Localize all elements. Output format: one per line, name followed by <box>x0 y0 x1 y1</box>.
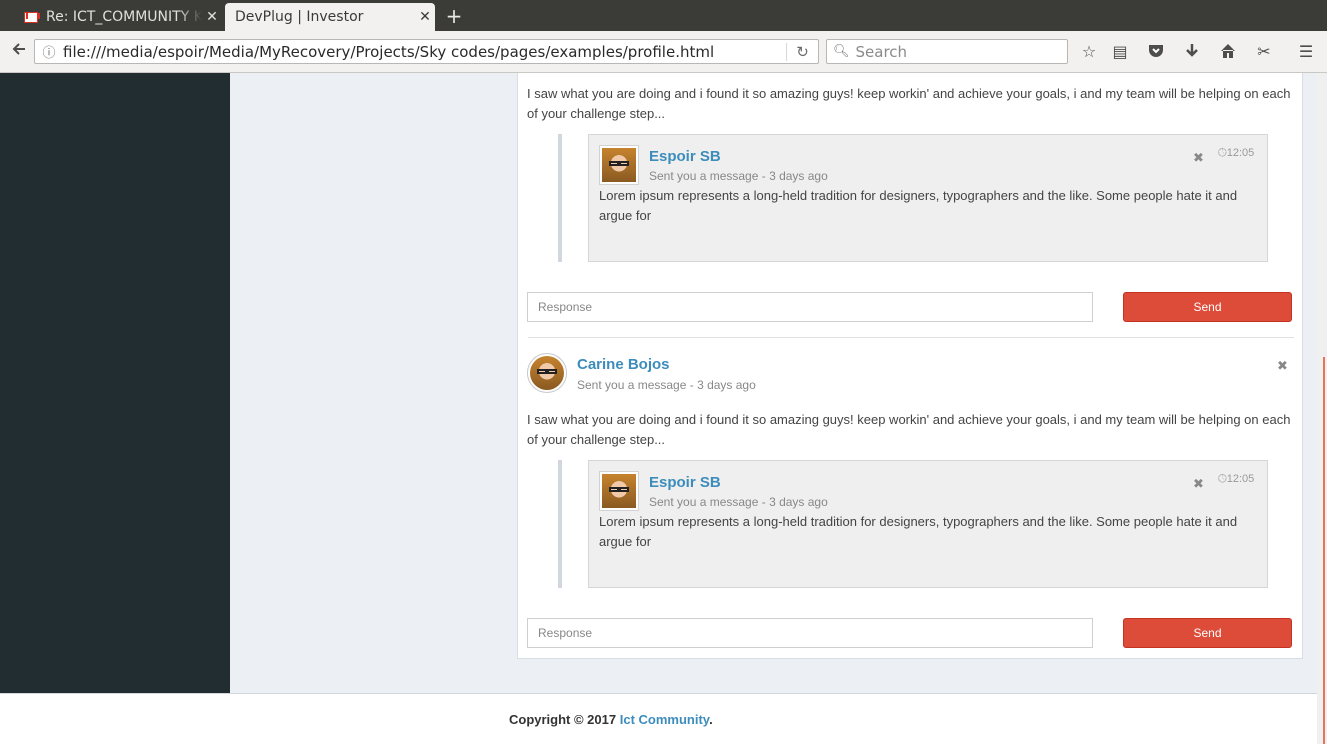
new-tab-button[interactable]: + <box>444 3 464 29</box>
response-placeholder: Response <box>538 300 593 314</box>
menu-icon[interactable]: ☰ <box>1296 42 1316 62</box>
tab-gmail[interactable]: Re: ICT_COMMUNITY K ✕ <box>14 3 222 31</box>
close-icon[interactable]: ✖ <box>1193 151 1204 166</box>
bookmark-star-icon[interactable]: ☆ <box>1079 42 1099 62</box>
avatar <box>599 471 639 511</box>
messages-box: I saw what you are doing and i found it … <box>517 73 1303 659</box>
back-arrow-icon <box>12 43 25 55</box>
reply-time-text: 12:05 <box>1226 147 1255 159</box>
reply-quote-bar <box>558 134 562 262</box>
download-icon[interactable] <box>1182 42 1202 62</box>
close-tab-icon[interactable]: ✕ <box>202 9 222 25</box>
message-text: I saw what you are doing and i found it … <box>527 412 1291 447</box>
reply-time-text: 12:05 <box>1226 473 1255 485</box>
reply-text: Lorem ipsum represents a long-held tradi… <box>599 188 1238 223</box>
tab-devplug[interactable]: DevPlug | Investor ✕ <box>225 3 435 31</box>
reply-meta: Sent you a message - 3 days ago <box>649 169 828 183</box>
scrollbar[interactable] <box>1317 73 1327 744</box>
reply-author[interactable]: Espoir SB <box>649 474 721 491</box>
reply-time: 🕓︎12:05 <box>1218 147 1254 160</box>
search-icon: 🔍︎ <box>833 44 850 59</box>
info-icon[interactable]: ⓘ <box>35 42 63 61</box>
response-input[interactable]: Response <box>527 292 1093 322</box>
divider <box>528 337 1294 338</box>
reload-icon[interactable]: ↻ <box>786 42 818 61</box>
message-text: I saw what you are doing and i found it … <box>527 86 1291 121</box>
search-input[interactable]: 🔍︎ Search <box>826 39 1068 64</box>
url-bar[interactable]: ⓘ file:///media/espoir/Media/MyRecovery/… <box>34 39 819 64</box>
message-meta: Sent you a message - 3 days ago <box>577 378 756 392</box>
search-placeholder: Search <box>855 42 908 61</box>
screenshot-icon[interactable]: ✂ <box>1254 42 1274 62</box>
browser-tab-bar: Re: ICT_COMMUNITY K ✕ DevPlug | Investor… <box>0 0 1327 31</box>
reply-text: Lorem ipsum represents a long-held tradi… <box>599 514 1238 549</box>
home-icon[interactable] <box>1218 42 1238 62</box>
reply-meta: Sent you a message - 3 days ago <box>649 495 828 509</box>
send-button[interactable]: Send <box>1123 292 1292 322</box>
tab-title: Re: ICT_COMMUNITY K <box>46 9 202 25</box>
tab-title: DevPlug | Investor <box>235 9 364 25</box>
footer: Copyright © 2017 Ict Community. <box>0 693 1317 744</box>
reading-list-icon[interactable]: ▤ <box>1110 42 1130 62</box>
response-placeholder: Response <box>538 626 593 640</box>
footer-period: . <box>709 712 713 727</box>
clock-icon: 🕓︎ <box>1218 147 1227 159</box>
response-input[interactable]: Response <box>527 618 1093 648</box>
send-button[interactable]: Send <box>1123 618 1292 648</box>
clock-icon: 🕓︎ <box>1218 473 1227 485</box>
scrollbar-thumb[interactable] <box>1323 357 1325 744</box>
close-tab-icon[interactable]: ✕ <box>415 9 435 25</box>
gmail-icon <box>24 11 38 23</box>
reply-card: Espoir SB Sent you a message - 3 days ag… <box>588 460 1268 588</box>
pocket-icon[interactable] <box>1146 42 1166 62</box>
message-author[interactable]: Carine Bojos <box>577 356 670 373</box>
sidebar <box>0 73 230 693</box>
content-area: I saw what you are doing and i found it … <box>230 73 1317 693</box>
copyright-label: Copyright © 2017 <box>509 712 617 727</box>
copyright-text: Copyright © 2017 Ict Community. <box>509 712 713 727</box>
close-icon[interactable]: ✖ <box>1193 477 1204 492</box>
reply-author[interactable]: Espoir SB <box>649 148 721 165</box>
footer-link[interactable]: Ict Community <box>620 712 709 727</box>
avatar <box>527 353 567 393</box>
url-text: file:///media/espoir/Media/MyRecovery/Pr… <box>63 42 715 61</box>
browser-navbar: ⓘ file:///media/espoir/Media/MyRecovery/… <box>0 31 1327 73</box>
reply-card: Espoir SB Sent you a message - 3 days ag… <box>588 134 1268 262</box>
back-button[interactable] <box>8 40 30 63</box>
reply-quote-bar <box>558 460 562 588</box>
close-icon[interactable]: ✖ <box>1277 359 1288 374</box>
reply-time: 🕓︎12:05 <box>1218 473 1254 486</box>
avatar <box>599 145 639 185</box>
